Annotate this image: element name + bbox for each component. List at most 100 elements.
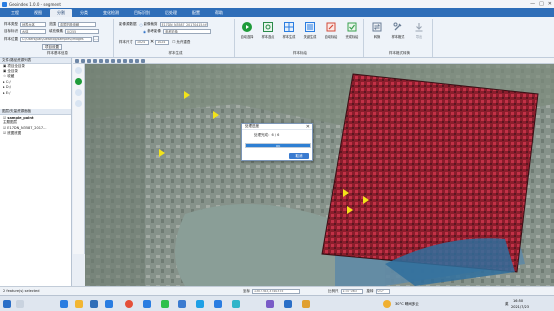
image-file-select[interactable]: E17DN_N3587_20170415.tif <box>159 22 208 27</box>
progress-dialog: 处理进度 ✕ 处理完成：6 / 6 OK 取消 <box>241 123 313 161</box>
app-icon[interactable] <box>232 300 240 308</box>
zoom-in-icon[interactable] <box>81 58 85 63</box>
layer-item[interactable]: ☑ 底图底图 <box>0 131 71 136</box>
check-icon <box>347 21 358 32</box>
sample-info-group: 样本类型 地表水体 范围 金属阳极电解 目标标识 水体 填充像素 0/255 样… <box>2 19 114 57</box>
play-icon <box>242 21 253 32</box>
cancel-button[interactable]: 取消 <box>289 153 309 159</box>
tab-segment[interactable]: 分割 <box>50 9 72 17</box>
scale-select[interactable]: 1:37 063 <box>340 288 363 294</box>
full-extent-icon[interactable] <box>117 58 121 63</box>
save-icon[interactable] <box>129 58 133 63</box>
app-icon[interactable] <box>143 300 151 308</box>
dialog-status-text: 处理完成：6 / 6 <box>254 133 280 137</box>
layer-icon[interactable] <box>75 89 82 96</box>
rotation-input[interactable]: 0.0° <box>375 288 390 294</box>
convert-button[interactable]: 转换 <box>367 21 387 39</box>
search-icon[interactable] <box>16 300 24 308</box>
sample-point-button[interactable]: 样本选点 <box>258 21 278 39</box>
app-icon[interactable] <box>266 300 274 308</box>
sample-type-label: 样本类型 <box>4 22 18 26</box>
sample-info-group-label: 样本基本信息 <box>47 51 68 55</box>
progress-bar: OK <box>245 143 311 148</box>
zoom-out-icon[interactable] <box>87 58 91 63</box>
select-icon[interactable] <box>99 58 103 63</box>
undo-icon[interactable] <box>135 58 139 63</box>
wechat-icon[interactable] <box>161 300 169 308</box>
overlap-checkbox[interactable]: ☐ <box>172 40 175 44</box>
add-icon[interactable] <box>75 67 82 74</box>
selection-status: 2 feature(s) selected <box>3 289 40 293</box>
export-button[interactable]: 导出 <box>409 21 429 39</box>
size-height-input[interactable]: 1024 <box>155 39 170 45</box>
sample-generate-button[interactable]: 样本生成 <box>279 21 299 39</box>
taskbar: 30°C 晴间多云 英 16:50 2021/7/23 <box>0 295 554 311</box>
tab-config[interactable]: 配置 <box>185 9 207 17</box>
format-convert-group: 转换 样本格式 导出 样本格式转换 <box>367 19 433 57</box>
radio-reference[interactable]: ◉ <box>143 30 146 34</box>
scale-label: 比例尺 <box>328 288 339 293</box>
sample-type-select[interactable]: 地表水体 <box>20 22 46 27</box>
size-width-input[interactable]: 1024 <box>135 39 149 45</box>
weather-text: 30°C 晴间多云 <box>395 302 419 306</box>
browse-button[interactable]: … <box>93 36 99 42</box>
close-button[interactable]: ✕ <box>548 1 552 7</box>
redo-icon[interactable] <box>141 58 145 63</box>
chrome-icon[interactable] <box>125 300 133 308</box>
clock-date: 2021/7/23 <box>511 305 529 309</box>
maximize-button[interactable]: □ <box>539 1 544 7</box>
measure-icon[interactable] <box>105 58 109 63</box>
crosshair-icon <box>263 21 274 32</box>
tab-classify[interactable]: 分类 <box>73 9 95 17</box>
auto-select-button[interactable]: 自动选择 <box>237 21 257 39</box>
sample-format-button[interactable]: 样本格式 <box>388 21 408 39</box>
start-icon[interactable] <box>3 300 11 308</box>
minimize-button[interactable]: — <box>530 1 535 7</box>
tab-postprocess[interactable]: 后处理 <box>158 9 184 17</box>
app-icon[interactable] <box>214 300 222 308</box>
auto-plot-button[interactable]: 自动标绘 <box>321 21 341 39</box>
tab-view[interactable]: 视图 <box>27 9 49 17</box>
map-canvas[interactable] <box>85 64 554 286</box>
dialog-close-icon[interactable]: ✕ <box>306 124 310 130</box>
sample-gen-group: 影像源数据 ○ 影像裁剪 E17DN_N3587_20170415.tif ◉ … <box>117 19 235 57</box>
tab-help[interactable]: 帮助 <box>208 9 230 17</box>
download-icon <box>414 21 425 32</box>
key-generate-button[interactable]: 关键生成 <box>300 21 320 39</box>
app-icon[interactable] <box>284 300 292 308</box>
app-icon[interactable] <box>196 300 204 308</box>
tab-change-detect[interactable]: 变化检测 <box>96 9 126 17</box>
target-select[interactable]: 水体 <box>20 29 46 34</box>
identify-icon[interactable] <box>93 58 97 63</box>
explorer-icon[interactable] <box>75 300 83 308</box>
fill-input[interactable]: 0/255 <box>65 29 99 34</box>
tools-icon <box>393 21 404 32</box>
window-title: Geoindex 1.0.0 - segment <box>9 1 61 7</box>
coord-display[interactable]: 1307783,3740375 <box>252 288 300 294</box>
settings-icon[interactable] <box>75 100 82 107</box>
size-cross-icon: ✕ <box>150 39 155 45</box>
run-icon[interactable] <box>75 78 82 85</box>
tab-project[interactable]: 工程 <box>4 9 26 17</box>
reference-select[interactable]: 参考影像 <box>163 29 212 34</box>
project-settings-button[interactable]: 项目设置 <box>42 44 62 50</box>
app-icon[interactable] <box>302 300 310 308</box>
sample-pos-input[interactable]: C:/Users/pan/Desktop/samples/images <box>20 36 92 42</box>
tab-target-detect[interactable]: 目标识别 <box>127 9 157 17</box>
sample-size-label: 样本尺寸 <box>119 39 133 44</box>
image-source-label: 影像源数据 <box>119 22 137 26</box>
ribbon: 样本类型 地表水体 范围 金属阳极电解 目标标识 水体 填充像素 0/255 样… <box>0 17 554 58</box>
sample-plot-group-label: 样本标绘 <box>293 51 307 55</box>
ime-indicator[interactable]: 英 <box>505 302 509 307</box>
app-icon[interactable] <box>178 300 186 308</box>
grid-icon <box>284 21 295 32</box>
refresh-icon[interactable] <box>111 58 115 63</box>
app-icon[interactable] <box>105 300 113 308</box>
edit-icon[interactable] <box>123 58 127 63</box>
taskbar-app-icon[interactable] <box>60 300 68 308</box>
finish-plot-button[interactable]: 完成标绘 <box>342 21 362 39</box>
radio-crop[interactable]: ○ <box>140 23 143 27</box>
pan-icon[interactable] <box>75 58 79 63</box>
app-icon[interactable] <box>90 300 98 308</box>
range-select[interactable]: 金属阳极电解 <box>58 22 96 27</box>
